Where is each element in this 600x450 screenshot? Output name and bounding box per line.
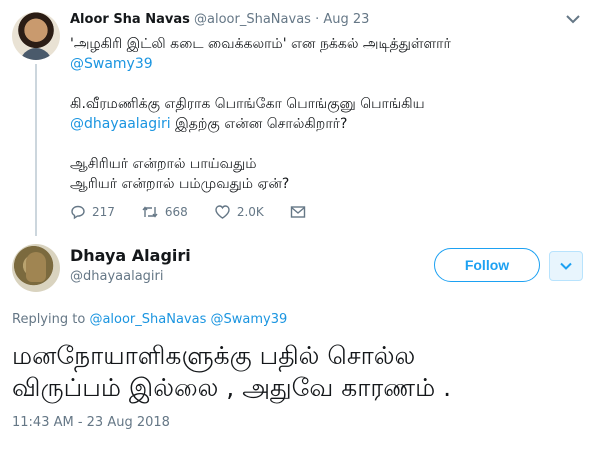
tweet-timestamp[interactable]: 11:43 AM - 23 Aug 2018	[12, 415, 170, 430]
replying-prefix: Replying to	[12, 312, 90, 327]
thread-line	[35, 64, 37, 236]
parent-line-4-rest: இதற்கு என்ன சொல்கிறார்?	[170, 116, 348, 132]
retweet-button[interactable]: 668	[141, 204, 188, 220]
follow-button[interactable]: Follow	[434, 248, 540, 282]
parent-line-4: @dhayaalagiri இதற்கு என்ன சொல்கிறார்?	[70, 114, 570, 134]
like-count: 2.0K	[236, 205, 264, 219]
parent-line-1: 'அழகிரி இட்லி கடை வைக்கலாம்' என நக்கல் அ…	[70, 36, 451, 52]
parent-line-3: கி.வீரமணிக்கு எதிராக பொங்கோ பொங்குனு பொங…	[70, 96, 425, 112]
main-author-name[interactable]: Dhaya Alagiri	[70, 246, 191, 265]
reply-count: 217	[92, 205, 115, 219]
parent-line-5: ஆசிரியர் என்றால் பாய்வதும்	[70, 156, 257, 172]
header-separator: ·	[315, 12, 320, 27]
parent-date[interactable]: Aug 23	[323, 12, 369, 27]
mention-swamy[interactable]: @Swamy39	[70, 54, 570, 74]
main-text-line-2: விருப்பம் இல்லை , அதுவே காரணம் .	[12, 373, 452, 402]
mention-dhaya[interactable]: @dhayaalagiri	[70, 116, 171, 132]
heart-icon	[215, 205, 230, 219]
main-tweet-text: மனநோயாளிகளுக்கு பதில் சொல்ல விருப்பம் இல…	[12, 340, 592, 404]
retweet-count: 668	[164, 205, 188, 219]
main-text-line-1: மனநோயாளிகளுக்கு பதில் சொல்ல	[12, 341, 416, 370]
replying-to: Replying to @aloor_ShaNavas @Swamy39	[12, 312, 287, 327]
parent-header: Aloor Sha Navas @aloor_ShaNavas · Aug 23	[70, 12, 369, 27]
more-options-button[interactable]	[549, 251, 583, 281]
caret-down-icon[interactable]	[566, 14, 580, 24]
reply-icon	[71, 205, 85, 220]
parent-author-handle[interactable]: @aloor_ShaNavas	[194, 12, 311, 27]
main-avatar[interactable]	[12, 244, 60, 292]
main-author-handle[interactable]: @dhayaalagiri	[70, 269, 163, 284]
envelope-icon	[290, 206, 305, 218]
parent-line-6: ஆரியர் என்றால் பம்முவதும் ஏன்?	[70, 176, 290, 192]
parent-tweet-text: 'அழகிரி இட்லி கடை வைக்கலாம்' என நக்கல் அ…	[70, 34, 570, 194]
like-button[interactable]: 2.0K	[214, 204, 264, 220]
message-button[interactable]	[290, 205, 312, 219]
replying-mention-1[interactable]: @aloor_ShaNavas	[89, 312, 206, 327]
reply-button[interactable]: 217	[70, 204, 115, 220]
parent-author-name[interactable]: Aloor Sha Navas	[70, 12, 190, 27]
retweet-icon	[142, 206, 158, 218]
chevron-down-icon	[560, 262, 572, 270]
replying-mention-2[interactable]: @Swamy39	[211, 312, 288, 327]
tweet-actions: 217 668 2.0K	[70, 200, 338, 224]
parent-avatar[interactable]	[12, 12, 60, 60]
